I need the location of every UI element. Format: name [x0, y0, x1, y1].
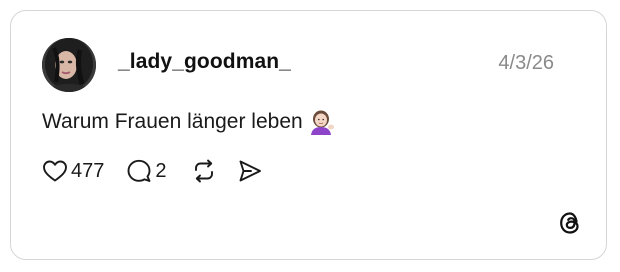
- reply-button[interactable]: 2: [126, 158, 167, 184]
- avatar[interactable]: [42, 38, 96, 92]
- repost-button[interactable]: [191, 158, 217, 184]
- threads-logo-icon[interactable]: [557, 210, 583, 236]
- woman-tipping-hand-emoji: [309, 109, 335, 135]
- post-actions: 477 2: [42, 157, 263, 185]
- post-card: _lady_goodman_ 4/3/26 Warum Frauen länge…: [10, 10, 607, 260]
- repost-icon: [191, 158, 217, 184]
- reply-count: 2: [155, 159, 167, 182]
- send-icon: [237, 158, 263, 184]
- like-button[interactable]: 477: [42, 159, 104, 183]
- post-text-row: Warum Frauen länger leben: [42, 109, 335, 135]
- speech-bubble-icon: [126, 158, 152, 184]
- avatar-image: [42, 38, 96, 92]
- share-button[interactable]: [237, 158, 263, 184]
- username[interactable]: _lady_goodman_: [118, 50, 291, 74]
- like-count: 477: [71, 159, 105, 182]
- post-date: 4/3/26: [498, 52, 554, 74]
- heart-icon: [42, 159, 68, 183]
- post-text: Warum Frauen länger leben: [42, 110, 303, 133]
